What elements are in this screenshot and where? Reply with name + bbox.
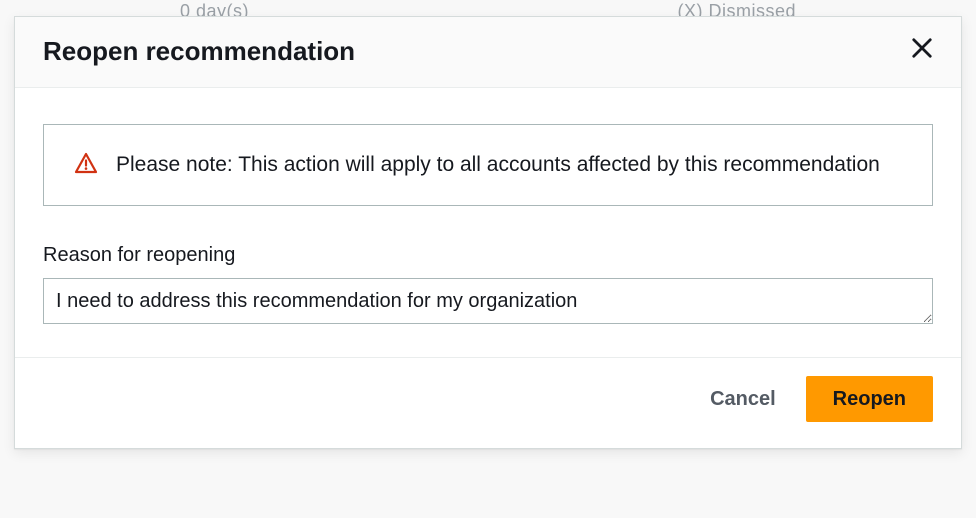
- modal-footer: Cancel Reopen: [15, 357, 961, 448]
- reason-label: Reason for reopening: [43, 242, 933, 268]
- reason-field: Reason for reopening: [43, 242, 933, 329]
- warning-alert: Please note: This action will apply to a…: [43, 124, 933, 206]
- close-button[interactable]: [907, 33, 937, 63]
- app-backdrop: 0 day(s) (X) Dismissed Reopen recommenda…: [0, 0, 976, 518]
- close-icon: [911, 37, 933, 59]
- reopen-button[interactable]: Reopen: [806, 376, 933, 422]
- modal-body: Please note: This action will apply to a…: [15, 88, 961, 357]
- warning-triangle-icon: [74, 151, 98, 175]
- reopen-recommendation-modal: Reopen recommendation Please note: This …: [14, 16, 962, 449]
- modal-title: Reopen recommendation: [43, 35, 355, 67]
- cancel-button[interactable]: Cancel: [704, 377, 782, 421]
- reason-input[interactable]: [43, 278, 933, 324]
- warning-alert-text: Please note: This action will apply to a…: [116, 149, 880, 181]
- modal-header: Reopen recommendation: [15, 17, 961, 88]
